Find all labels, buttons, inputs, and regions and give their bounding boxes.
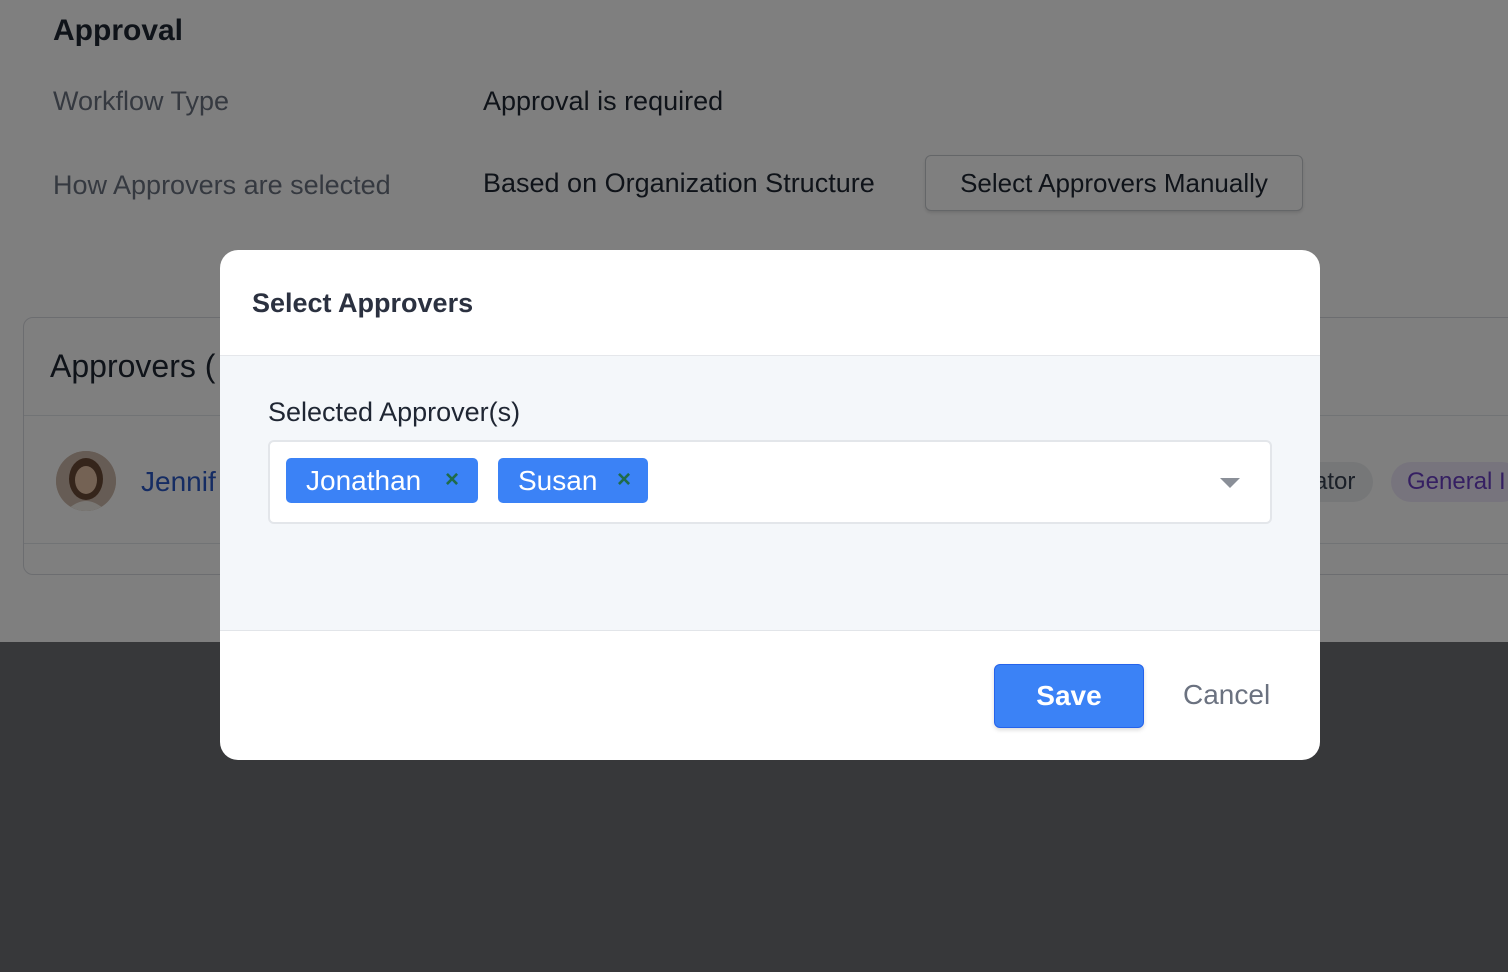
modal-title: Select Approvers — [252, 288, 474, 318]
save-button[interactable]: Save — [994, 664, 1144, 728]
modal-header: Select Approvers — [220, 250, 1320, 356]
modal-body: Selected Approver(s) Jonathan × Susan × — [220, 356, 1320, 631]
select-approvers-modal: Select Approvers Selected Approver(s) Jo… — [220, 250, 1320, 760]
approver-chip-jonathan: Jonathan × — [286, 458, 478, 503]
selected-approvers-label: Selected Approver(s) — [268, 397, 521, 427]
approvers-multiselect[interactable]: Jonathan × Susan × — [268, 440, 1272, 524]
chip-label: Jonathan — [306, 464, 422, 496]
chevron-down-icon[interactable] — [1220, 478, 1240, 488]
close-icon[interactable]: × — [617, 467, 631, 493]
cancel-button[interactable]: Cancel — [1183, 679, 1270, 711]
chip-label: Susan — [518, 464, 598, 496]
approver-chip-susan: Susan × — [498, 458, 648, 503]
close-icon[interactable]: × — [445, 467, 459, 493]
modal-footer: Save Cancel — [220, 631, 1320, 760]
